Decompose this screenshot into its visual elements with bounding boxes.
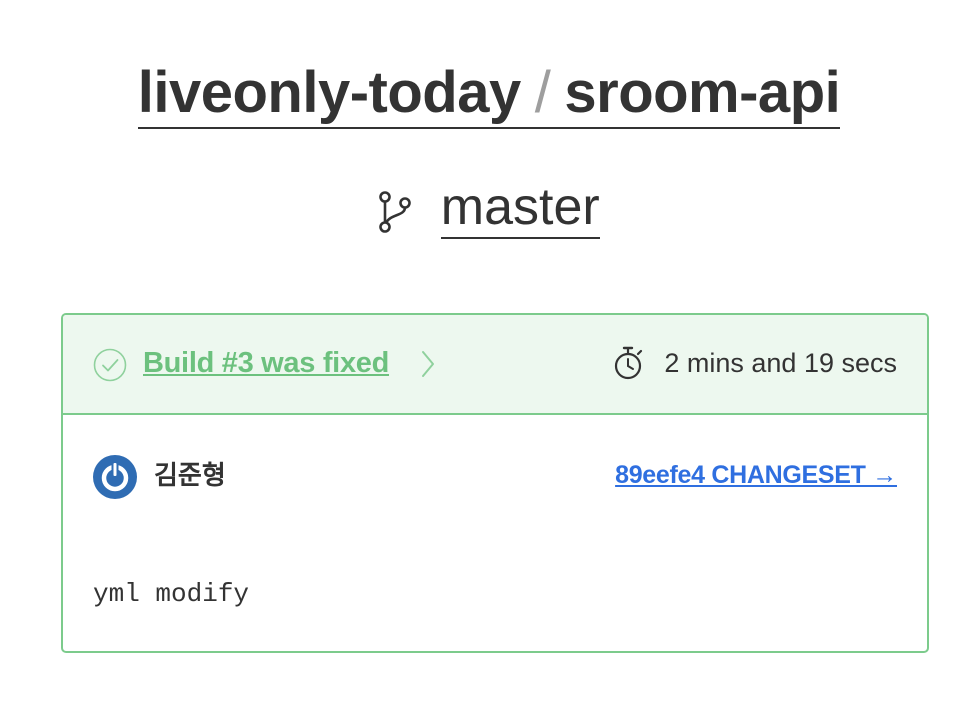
commit-author: 김준형 — [154, 460, 226, 490]
stopwatch-icon — [614, 346, 643, 380]
git-branch-icon — [379, 191, 412, 234]
check-circle-icon — [93, 348, 127, 382]
build-page: liveonly-today / sroom-api master Build #3… — [0, 0, 978, 720]
build-card-header: Build #3 was fixed 2 mins and 19 secs — [63, 315, 927, 415]
chevron-right-icon[interactable] — [420, 349, 436, 379]
avatar — [93, 455, 137, 499]
build-card: Build #3 was fixed 2 mins and 19 secs 김준… — [61, 313, 929, 653]
build-card-body: 김준형 89eefe4 CHANGESET → yml modify — [63, 415, 927, 651]
repo-separator: / — [534, 60, 551, 125]
build-status-link[interactable]: Build #3 was fixed — [143, 345, 389, 381]
repo-owner: liveonly-today — [137, 60, 521, 125]
changeset-link[interactable]: 89eefe4 CHANGESET → — [615, 459, 897, 491]
branch-link[interactable]: master — [440, 177, 600, 240]
repo-name: sroom-api — [564, 60, 841, 125]
build-duration: 2 mins and 19 secs — [664, 348, 897, 378]
branch-row: master — [0, 172, 978, 240]
repo-title: liveonly-today / sroom-api — [0, 58, 978, 129]
repo-link[interactable]: liveonly-today / sroom-api — [137, 59, 841, 129]
commit-message: yml modify — [93, 579, 250, 609]
